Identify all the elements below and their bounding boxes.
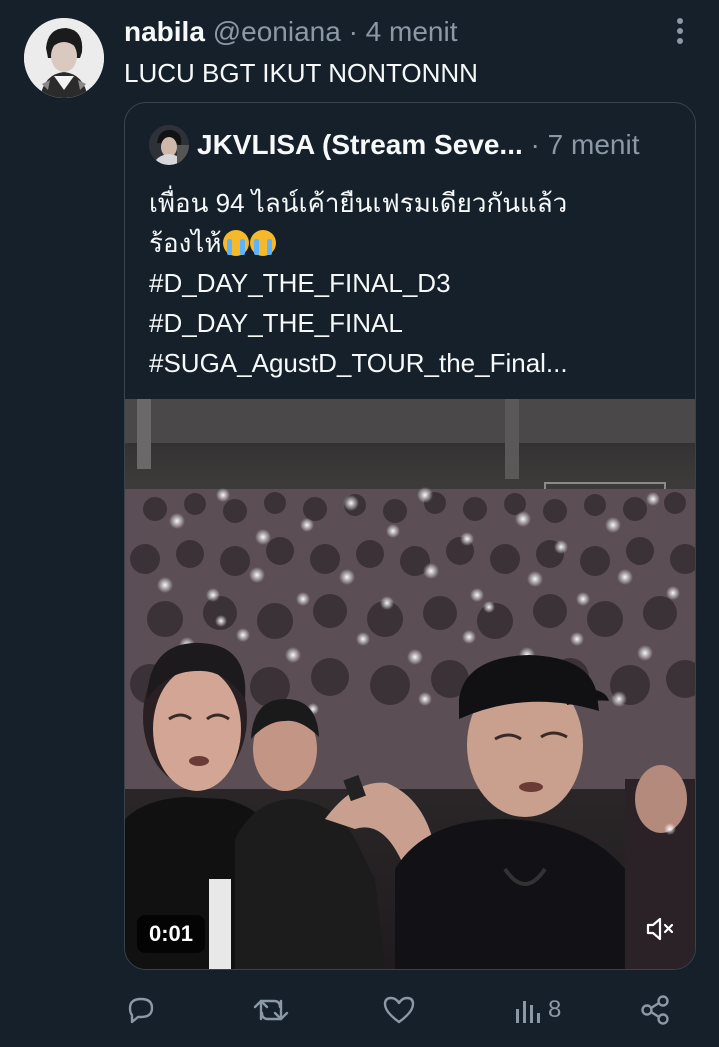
quoted-header: JKVLISA (Stream Seve... · 7 menit — [197, 127, 671, 163]
views-count: 8 — [548, 996, 562, 1023]
tweet-text: LUCU BGT IKUT NONTONNN — [124, 58, 478, 88]
hashtag-link[interactable]: #SUGA_AgustD_TOUR_the_Final... — [149, 343, 673, 383]
quoted-separator: · — [530, 129, 540, 160]
timestamp[interactable]: 4 menit — [366, 16, 458, 47]
crying-face-emoji-icon — [222, 230, 249, 256]
quoted-text-line-2-words: ร้องไห้ — [149, 228, 222, 258]
handle[interactable]: @eoniana — [213, 16, 341, 47]
more-options-icon[interactable] — [666, 16, 694, 46]
reply-icon — [128, 997, 154, 1024]
views-button[interactable]: 8 — [514, 988, 561, 1032]
quoted-avatar[interactable] — [149, 125, 189, 165]
reply-button[interactable] — [124, 988, 158, 1032]
display-name[interactable]: nabila — [124, 16, 205, 47]
quoted-display-name[interactable]: JKVLISA (Stream Seve... — [197, 129, 523, 160]
views-icon — [516, 1001, 540, 1023]
heart-icon — [383, 996, 415, 1024]
share-icon — [641, 995, 669, 1025]
hashtag-link[interactable]: #D_DAY_THE_FINAL_D3 — [149, 263, 673, 303]
action-bar: 8 — [124, 988, 694, 1032]
retweet-icon — [253, 999, 289, 1021]
quoted-text: เพื่อน 94 ไลน์เค้ายืนเฟรมเดียวกันแล้ว ร้… — [149, 183, 673, 383]
video-timestamp: 0:01 — [137, 915, 206, 953]
separator: · — [348, 16, 358, 47]
video-frame — [125, 399, 695, 969]
share-button[interactable] — [638, 988, 672, 1032]
like-button[interactable] — [382, 988, 416, 1032]
quoted-tweet[interactable]: JKVLISA (Stream Seve... · 7 menit เพื่อน… — [124, 102, 696, 970]
avatar-image — [24, 18, 104, 98]
quoted-text-line-1: เพื่อน 94 ไลน์เค้ายืนเฟรมเดียวกันแล้ว — [149, 188, 568, 218]
quoted-text-line-2: ร้องไห้ — [149, 223, 673, 263]
video-player[interactable]: 0:01 — [125, 399, 695, 969]
avatar[interactable] — [24, 18, 104, 98]
speaker-muted-icon[interactable] — [645, 915, 675, 943]
quoted-timestamp[interactable]: 7 menit — [548, 129, 640, 160]
crying-face-emoji-icon — [249, 230, 276, 256]
tweet-header: nabila @eoniana · 4 menit — [124, 14, 659, 50]
hashtag-link[interactable]: #D_DAY_THE_FINAL — [149, 303, 673, 343]
retweet-button[interactable] — [252, 988, 290, 1032]
